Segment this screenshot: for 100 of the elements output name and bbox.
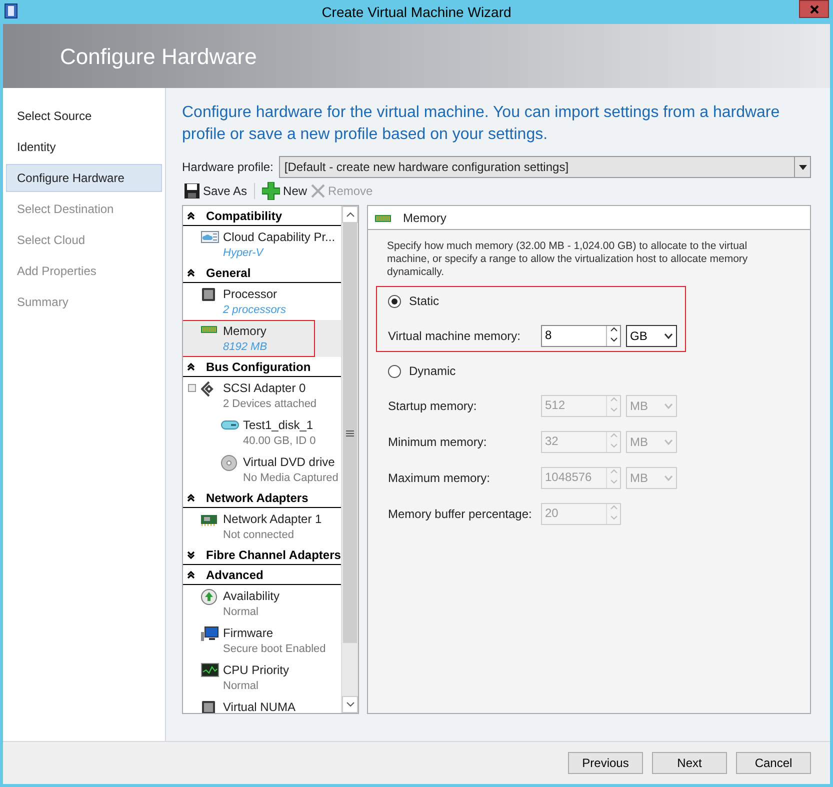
scroll-down-icon [346, 702, 354, 707]
tree-item[interactable]: Cloud Capability Pr... Hyper-V [183, 226, 341, 263]
item-name: Availability [223, 588, 280, 604]
scroll-grip-icon [346, 430, 354, 436]
tree-item[interactable]: Virtual DVD drive No Media Captured [183, 451, 341, 488]
item-name: Virtual NUMA [223, 699, 296, 713]
item-name: Memory [223, 323, 268, 339]
item-name: Cloud Capability Pr... [223, 229, 336, 245]
dropdown-arrow-icon [798, 164, 806, 170]
item-detail: Normal [223, 679, 260, 694]
collapse-icon [187, 210, 195, 220]
category-label: Advanced [206, 566, 264, 584]
category-label: Network Adapters [206, 490, 308, 506]
wizard-step[interactable]: Select Source [6, 102, 162, 130]
wizard-button[interactable]: Cancel [736, 752, 811, 774]
plus-icon [262, 182, 280, 200]
collapse-icon [187, 492, 195, 502]
memory-description: Specify how much memory (32.00 MB - 1,024.00 GB) to allocate to the virtual machine, or specify a range to allow the virtualization host to allocate memory dynamically. [387, 240, 749, 279]
item-name: Firmware [223, 625, 274, 641]
item-name: Network Adapter 1 [223, 511, 322, 527]
item-name: SCSI Adapter 0 [223, 380, 307, 396]
tree-item[interactable]: Test1_disk_1 40.00 GB, ID 0 [183, 414, 341, 451]
memory-module-icon [375, 212, 391, 222]
wizard-step[interactable]: Identity [6, 133, 162, 161]
item-detail: Normal [223, 605, 260, 620]
spin-down-icon [608, 441, 618, 450]
chip-icon [201, 287, 216, 302]
category-header[interactable]: Fibre Channel Adapters [183, 545, 341, 565]
number-field[interactable]: 8 [541, 325, 621, 347]
hardware-profile-label: Hardware profile: [182, 159, 274, 176]
field-label: Startup memory: [388, 398, 478, 415]
category-label: Bus Configuration [206, 358, 311, 376]
category-label: Compatibility [206, 208, 282, 224]
toolbar-button[interactable]: Save As [182, 182, 250, 200]
tree-item[interactable]: CPU Priority Normal [183, 659, 341, 696]
field-label: Virtual machine memory: [388, 328, 522, 345]
field-value: 512 [544, 397, 566, 414]
close-icon [810, 4, 818, 14]
memory-module-icon [201, 324, 217, 334]
monitor-icon [201, 626, 219, 642]
tree-item[interactable]: Memory 8192 MB [183, 320, 341, 357]
field-value: 8 [544, 327, 553, 344]
field-label: Minimum memory: [388, 434, 488, 451]
close-button[interactable] [799, 0, 829, 18]
item-name: CPU Priority [223, 662, 290, 678]
collapse-icon [187, 570, 195, 580]
panel-title: Memory [403, 210, 446, 226]
item-detail: No Media Captured [243, 471, 338, 486]
radio-option[interactable]: Dynamic [388, 359, 679, 383]
item-name: Test1_disk_1 [243, 417, 314, 433]
spin-down-icon [608, 513, 618, 522]
chip-icon [201, 700, 216, 713]
collapse-icon [187, 268, 195, 278]
cloud-window-icon [201, 230, 219, 244]
item-detail: Secure boot Enabled [223, 642, 326, 657]
wizard-step: Summary [6, 288, 162, 316]
intro-text: Configure hardware for the virtual machine. You can import settings from a hardware profile or save a new profile based on your settings. [182, 103, 781, 145]
category-label: General [206, 264, 251, 282]
wizard-step: Add Properties [6, 257, 162, 285]
category-header[interactable]: Compatibility [183, 206, 341, 226]
wizard-button[interactable]: Next [652, 752, 727, 774]
unit-dropdown[interactable]: GB [626, 325, 677, 347]
connector-icon [201, 381, 216, 397]
wizard-button[interactable]: Previous [568, 752, 643, 774]
category-label: Fibre Channel Adapters [206, 546, 341, 564]
item-name: Virtual DVD drive [243, 454, 336, 470]
cross-icon [311, 184, 326, 198]
network-card-icon [201, 512, 218, 527]
spin-down-icon [608, 335, 618, 344]
window-title: Create Virtual Machine Wizard [322, 2, 512, 22]
item-detail: 40.00 GB, ID 0 [243, 434, 316, 449]
field-label: Memory buffer percentage: [388, 506, 533, 523]
wizard-step[interactable]: Configure Hardware [6, 164, 162, 192]
item-detail: Not connected [223, 528, 295, 543]
collapse-icon [187, 362, 195, 372]
tree-item[interactable]: Firmware Secure boot Enabled [183, 622, 341, 659]
expand-icon [187, 550, 195, 560]
tree-item[interactable]: SCSI Adapter 0 2 Devices attached [183, 377, 341, 414]
page-title: Configure Hardware [60, 42, 257, 71]
field-value: 32 [544, 433, 560, 450]
field-label: Maximum memory: [388, 470, 492, 487]
spin-down-icon [608, 405, 618, 414]
app-icon [4, 3, 18, 19]
item-name: Processor [223, 286, 278, 302]
hardware-profile-dropdown[interactable]: [Default - create new hardware configuration settings] [279, 156, 811, 178]
scroll-up-icon [346, 212, 354, 217]
wizard-step: Select Cloud [6, 226, 162, 254]
field-value: 20 [544, 505, 560, 522]
radio-option[interactable]: Static [388, 289, 679, 313]
tree-item[interactable]: Network Adapter 1 Not connected [183, 508, 341, 545]
tree-item[interactable]: Availability Normal [183, 585, 341, 622]
spin-down-icon [608, 477, 618, 486]
toolbar-button[interactable]: New [260, 182, 310, 200]
disc-icon [221, 455, 237, 471]
graph-icon [201, 663, 219, 677]
expander-icon [188, 384, 196, 392]
tree-item[interactable]: Virtual NUMA [183, 696, 341, 713]
item-detail: 2 Devices attached [223, 397, 317, 412]
wizard-step: Select Destination [6, 195, 162, 223]
tree-item[interactable]: Processor 2 processors [183, 283, 341, 320]
